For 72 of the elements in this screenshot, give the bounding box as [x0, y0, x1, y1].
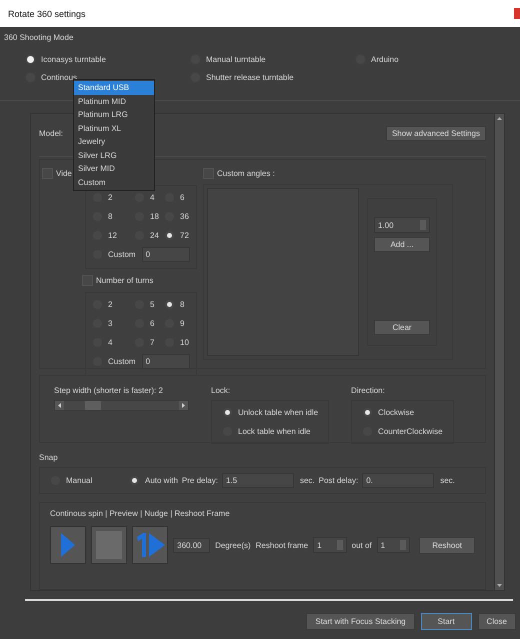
radio-option[interactable]: 6: [164, 192, 194, 203]
radio-option[interactable]: 4: [92, 337, 134, 348]
clear-button[interactable]: Clear: [374, 320, 430, 335]
radio-option[interactable]: 2: [92, 299, 134, 310]
menu-item[interactable]: Platinum XL: [74, 122, 154, 135]
menu-item[interactable]: Custom: [74, 176, 154, 189]
frame-spinbox[interactable]: 1: [313, 537, 347, 553]
radio-option[interactable]: Auto with: [129, 475, 178, 486]
footer-button[interactable]: Close: [478, 613, 516, 630]
advanced-settings-button[interactable]: Show advanced Settings: [386, 126, 486, 140]
step-width-label: Step width (shorter is faster): 2: [54, 386, 164, 395]
radio-option[interactable]: Manual: [50, 475, 125, 486]
menu-item[interactable]: Silver LRG: [74, 148, 154, 162]
radio-option[interactable]: 12: [92, 230, 134, 241]
radio-option[interactable]: 36: [164, 211, 194, 222]
footer-button[interactable]: Start with Focus Stacking: [306, 613, 415, 630]
radio-option[interactable]: 24: [134, 230, 164, 241]
radio-option[interactable]: 8: [164, 299, 194, 310]
controls-label: Continous spin | Preview | Nudge | Reshoot Frame: [50, 509, 230, 518]
post-delay-label: Post delay:: [318, 476, 358, 485]
radio-option[interactable]: 4: [134, 192, 164, 203]
radio-option[interactable]: Arduino: [355, 54, 399, 65]
pre-delay-label: Pre delay:: [182, 476, 218, 485]
direction-label: Direction:: [351, 386, 386, 395]
radio-option[interactable]: CounterClockwise: [362, 426, 443, 437]
radio-option[interactable]: Custom: [92, 356, 136, 367]
degrees-field[interactable]: 360.00: [173, 538, 210, 552]
custom-turns-field[interactable]: 0: [142, 354, 190, 369]
reshoot-button[interactable]: Reshoot: [419, 536, 475, 554]
menu-item[interactable]: Jewelry: [74, 135, 154, 148]
menu-item[interactable]: Standard USB: [74, 81, 154, 94]
window-title: Rotate 360 settings: [8, 8, 86, 18]
radio-option[interactable]: 8: [92, 211, 134, 222]
radio-option[interactable]: 3: [92, 318, 134, 329]
out-of-label: out of: [352, 540, 372, 550]
radio-option[interactable]: 18: [134, 211, 164, 222]
menu-item[interactable]: Platinum MID: [74, 94, 154, 108]
radio-option[interactable]: Lock table when idle: [222, 426, 318, 437]
reshoot-frame-label: Reshoot frame: [256, 540, 308, 550]
total-spinbox[interactable]: 1: [376, 537, 410, 553]
unit-label: sec.: [440, 476, 455, 485]
video-checkbox[interactable]: Vide: [42, 168, 72, 179]
radio-option[interactable]: Custom: [92, 249, 136, 260]
custom-angles-checkbox[interactable]: Custom angles :: [203, 168, 275, 179]
add-button[interactable]: Add ...: [374, 237, 430, 252]
radio-option[interactable]: 6: [134, 318, 164, 329]
radio-option[interactable]: 10: [164, 337, 194, 348]
custom-frames-field[interactable]: 0: [142, 247, 190, 262]
pre-delay-field[interactable]: 1.5: [222, 473, 294, 488]
post-delay-field[interactable]: 0.: [362, 473, 434, 488]
radio-option[interactable]: 72: [164, 230, 194, 241]
radio-option[interactable]: 9: [164, 318, 194, 329]
radio-option[interactable]: 5: [134, 299, 164, 310]
radio-option[interactable]: Continous: [25, 72, 78, 83]
lock-label: Lock:: [211, 386, 232, 395]
angle-spinbox[interactable]: 1.00: [374, 217, 430, 233]
radio-option[interactable]: Unlock table when idle: [222, 407, 318, 418]
menu-item[interactable]: Silver MID: [74, 162, 154, 176]
model-label: Model:: [39, 128, 64, 138]
unit-label: sec.: [300, 476, 315, 485]
radio-option[interactable]: Clockwise: [362, 407, 443, 418]
degrees-label: Degree(s): [215, 540, 251, 550]
radio-option[interactable]: 2: [92, 192, 134, 203]
radio-option[interactable]: Shutter release turntable: [190, 72, 294, 83]
radio-option[interactable]: 7: [134, 337, 164, 348]
radio-option[interactable]: Iconasys turntable: [25, 54, 106, 65]
radio-option[interactable]: Manual turntable: [190, 54, 266, 65]
snap-label: Snap: [39, 453, 58, 462]
turns-checkbox[interactable]: Number of turns: [82, 275, 154, 286]
section-label: 360 Shooting Mode: [4, 33, 74, 42]
footer-button[interactable]: Start: [420, 613, 472, 630]
menu-item[interactable]: Platinum LRG: [74, 108, 154, 122]
